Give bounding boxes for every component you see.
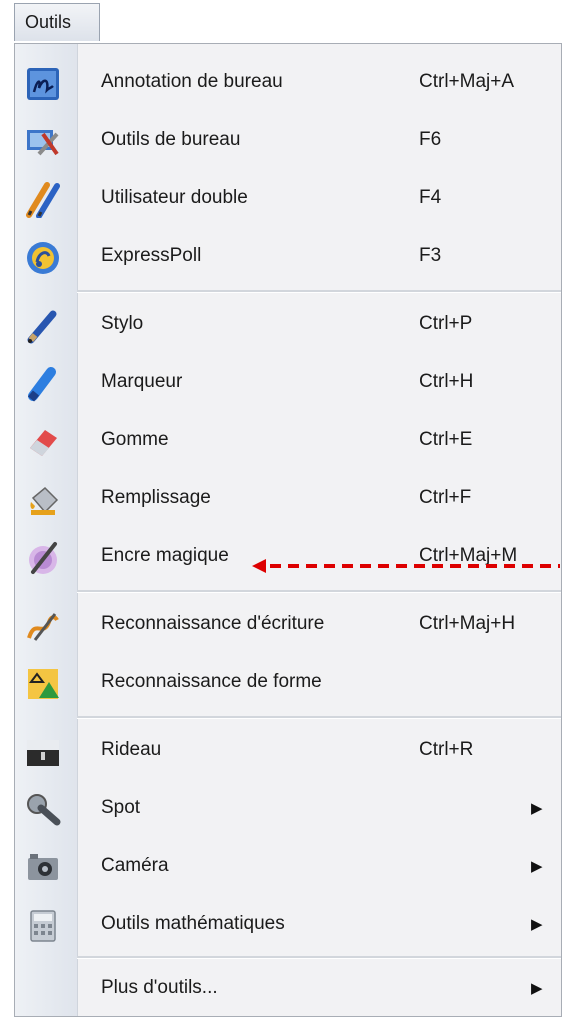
highlighter-icon [23, 364, 63, 404]
menu-item-label: Stylo [101, 313, 144, 334]
handwriting-recognition-icon [23, 606, 63, 646]
pen-icon [23, 306, 63, 346]
menu-item-label: Encre magique [101, 545, 229, 566]
menu-bar: Outils [0, 0, 564, 44]
eraser-icon [23, 422, 63, 462]
menu-item-gomme[interactable]: Gomme Ctrl+E [15, 412, 561, 470]
expresspoll-icon [23, 238, 63, 278]
menu-separator [77, 290, 561, 293]
menu-item-label: Outils mathématiques [101, 913, 285, 934]
menu-item-outils-mathematiques[interactable]: Outils mathématiques ▶ [15, 896, 561, 954]
menu-item-shortcut: Ctrl+P [419, 313, 473, 334]
fill-bucket-icon [23, 480, 63, 520]
menu-item-rideau[interactable]: Rideau Ctrl+R [15, 722, 561, 780]
menu-item-reconnaissance-ecriture[interactable]: Reconnaissance d'écriture Ctrl+Maj+H [15, 596, 561, 654]
menu-item-label: Utilisateur double [101, 187, 248, 208]
menu-item-shortcut: Ctrl+Maj+A [419, 71, 515, 92]
menu-item-expresspoll[interactable]: ExpressPoll F3 [15, 228, 561, 286]
menu-item-label: Caméra [101, 855, 169, 876]
menu-item-label: Marqueur [101, 371, 183, 392]
menu-item-outils-de-bureau[interactable]: Outils de bureau F6 [15, 112, 561, 170]
menu-item-remplissage[interactable]: Remplissage Ctrl+F [15, 470, 561, 528]
menu-item-label: Annotation de bureau [101, 71, 283, 92]
menu-item-plus-doutils[interactable]: Plus d'outils... ▶ [15, 960, 561, 1018]
curtain-icon [23, 732, 63, 772]
menu-item-stylo[interactable]: Stylo Ctrl+P [15, 296, 561, 354]
menu-item-shortcut: Ctrl+H [419, 371, 474, 392]
menu-item-shortcut: Ctrl+R [419, 739, 474, 760]
menu-item-shortcut: Ctrl+E [419, 429, 473, 450]
menu-item-label: Reconnaissance de forme [101, 671, 322, 692]
desktop-tools-icon [23, 122, 63, 162]
menu-separator [77, 956, 561, 959]
menu-separator [77, 590, 561, 593]
calculator-icon [23, 906, 63, 946]
menu-item-label: Remplissage [101, 487, 211, 508]
magic-ink-icon [23, 538, 63, 578]
menu-item-annotation-de-bureau[interactable]: Annotation de bureau Ctrl+Maj+A [15, 54, 561, 112]
menu-item-label: Outils de bureau [101, 129, 241, 150]
menu-separator [77, 716, 561, 719]
more-tools-icon [23, 970, 63, 1010]
menu-item-reconnaissance-forme[interactable]: Reconnaissance de forme [15, 654, 561, 712]
menu-item-label: Spot [101, 797, 141, 818]
menu-item-label: Gomme [101, 429, 169, 450]
menu-item-shortcut: Ctrl+F [419, 487, 472, 508]
menu-item-label: Rideau [101, 739, 162, 760]
dropdown-menu: Annotation de bureau Ctrl+Maj+A Outils d… [14, 43, 562, 1017]
dual-user-icon [23, 180, 63, 220]
submenu-arrow-icon: ▶ [531, 980, 543, 997]
shape-recognition-icon [23, 664, 63, 704]
menu-item-camera[interactable]: Caméra ▶ [15, 838, 561, 896]
annotation-arrow [252, 559, 560, 573]
menu-item-shortcut: F6 [419, 129, 442, 150]
menu-item-label: Plus d'outils... [101, 977, 218, 998]
menu-item-label: ExpressPoll [101, 245, 202, 266]
submenu-arrow-icon: ▶ [531, 800, 543, 817]
menu-item-marqueur[interactable]: Marqueur Ctrl+H [15, 354, 561, 412]
menu-item-spot[interactable]: Spot ▶ [15, 780, 561, 838]
spotlight-icon [23, 790, 63, 830]
menu-item-shortcut: F3 [419, 245, 442, 266]
submenu-arrow-icon: ▶ [531, 916, 543, 933]
menu-item-utilisateur-double[interactable]: Utilisateur double F4 [15, 170, 561, 228]
desktop-annotation-icon [23, 64, 63, 104]
menu-item-shortcut: F4 [419, 187, 442, 208]
menu-item-label: Reconnaissance d'écriture [101, 613, 325, 634]
menu-outils[interactable]: Outils [14, 3, 100, 41]
camera-icon [23, 848, 63, 888]
menu-item-shortcut: Ctrl+Maj+H [419, 613, 516, 634]
submenu-arrow-icon: ▶ [531, 858, 543, 875]
